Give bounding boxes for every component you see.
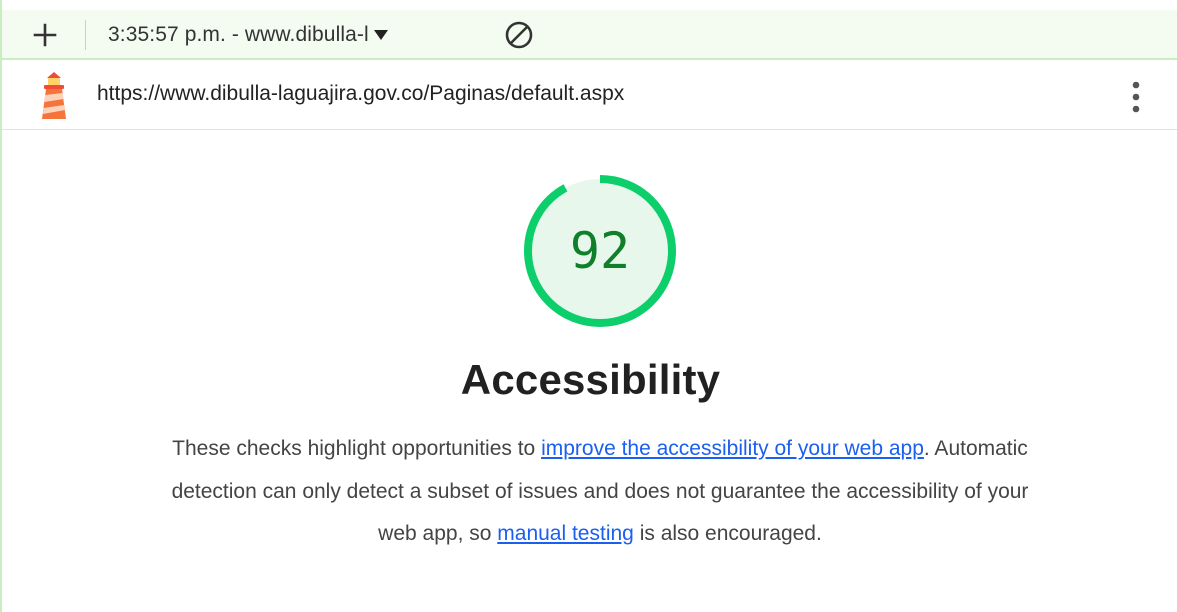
url-bar: https://www.dibulla-laguajira.gov.co/Pag… xyxy=(2,62,1177,130)
report-selector[interactable]: 3:35:57 p.m. - www.dibulla-l xyxy=(108,20,389,50)
toolbar-divider xyxy=(85,20,86,50)
category-title: Accessibility xyxy=(460,356,721,403)
manual-testing-link[interactable]: manual testing xyxy=(497,522,634,545)
report-toolbar: 3:35:57 p.m. - www.dibulla-l xyxy=(2,10,1177,60)
accessibility-score-gauge[interactable]: 92 xyxy=(520,171,680,331)
report-url: https://www.dibulla-laguajira.gov.co/Pag… xyxy=(97,82,625,105)
description-text-1: These checks highlight opportunities to xyxy=(172,437,542,460)
plus-icon[interactable] xyxy=(30,20,60,50)
report-selector-label: 3:35:57 p.m. - www.dibulla-l xyxy=(108,23,369,46)
gauge-score: 92 xyxy=(569,222,631,280)
kebab-menu-icon[interactable] xyxy=(1122,79,1150,115)
block-icon[interactable] xyxy=(503,19,535,51)
description-text-3: is also encouraged. xyxy=(633,522,822,545)
lighthouse-icon xyxy=(42,72,66,119)
improve-accessibility-link[interactable]: improve the accessibility of your web ap… xyxy=(541,437,924,460)
lighthouse-report-frame: 3:35:57 p.m. - www.dibulla-l https://www… xyxy=(0,0,1177,612)
category-description: These checks highlight opportunities to … xyxy=(152,428,1048,556)
caret-down-icon xyxy=(373,30,388,40)
